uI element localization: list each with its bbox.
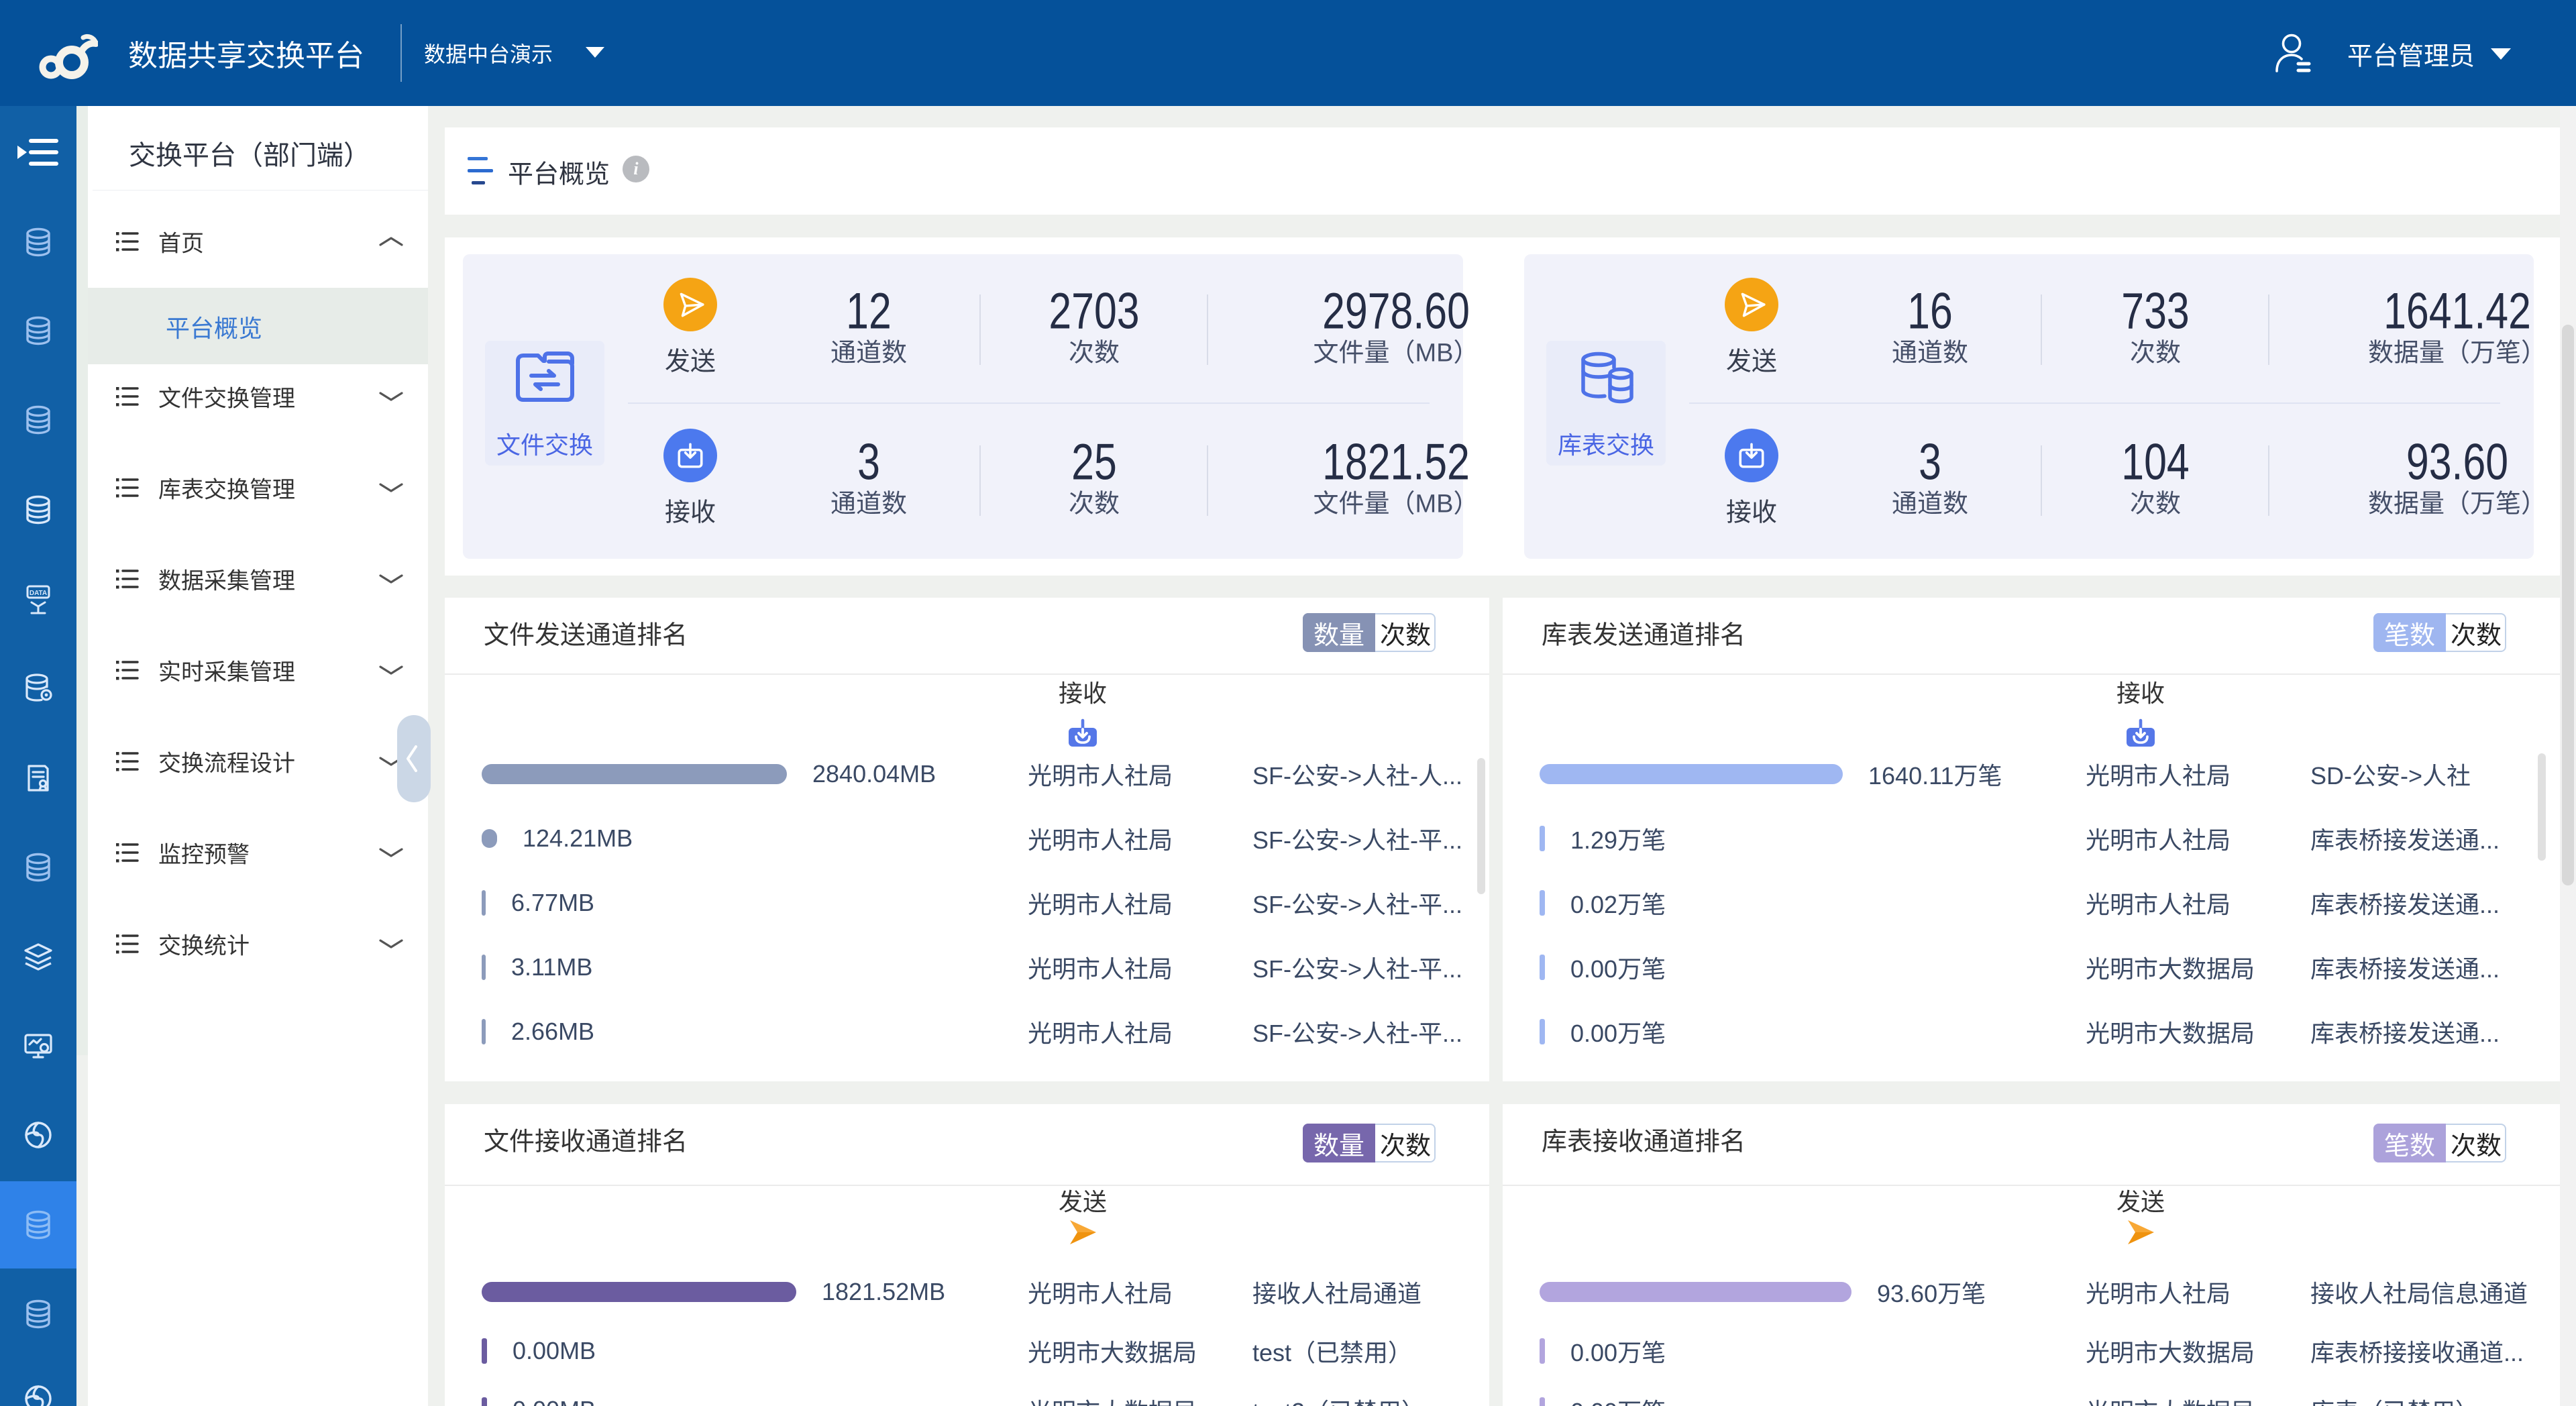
svg-text:DATA: DATA <box>30 590 47 597</box>
